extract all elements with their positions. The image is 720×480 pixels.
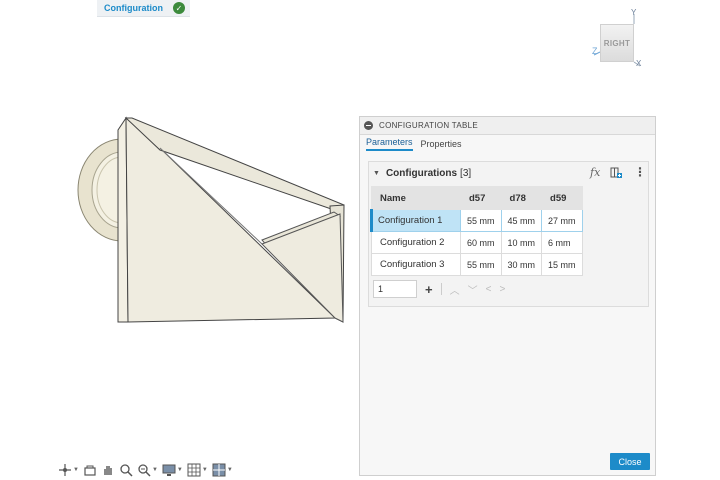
- d78-cell[interactable]: 45 mm: [500, 209, 543, 232]
- look-at-icon[interactable]: [83, 463, 97, 477]
- model-front-face: [125, 116, 337, 323]
- move-left-icon[interactable]: <: [486, 284, 492, 295]
- panel-tabs: Parameters Properties: [360, 135, 655, 151]
- d57-cell[interactable]: 55 mm: [460, 253, 502, 276]
- row-name-cell[interactable]: Configuration 3: [371, 253, 461, 276]
- row-controls: 1 + ︿ ﹀ < >: [373, 280, 513, 298]
- d78-cell[interactable]: 10 mm: [500, 231, 543, 254]
- navigation-toolbar: ▼ ▼ ▼ ▼ ▼: [58, 462, 237, 478]
- table-row[interactable]: Configuration 2 60 mm 10 mm 6 mm: [371, 231, 583, 254]
- axis-z-label: Z: [592, 46, 598, 56]
- configurations-header[interactable]: ▼ Configurations [3] fx ⋮: [369, 162, 648, 184]
- table-row[interactable]: Configuration 3 55 mm 30 mm 15 mm: [371, 253, 583, 276]
- panel-header: CONFIGURATION TABLE: [360, 117, 655, 135]
- zoom-icon[interactable]: [119, 463, 133, 477]
- fit-icon[interactable]: ▼: [137, 463, 158, 477]
- d78-cell[interactable]: 30 mm: [500, 253, 543, 276]
- configuration-table-panel: CONFIGURATION TABLE Parameters Propertie…: [359, 116, 656, 476]
- row-name-cell[interactable]: Configuration 2: [371, 231, 461, 254]
- toolbar-divider: [440, 283, 442, 295]
- configurations-section: ▼ Configurations [3] fx ⋮ Name d57 d78 d…: [368, 161, 649, 307]
- configurations-table: Name d57 d78 d59 Configuration 1 55 mm 4…: [370, 186, 583, 276]
- chevron-down-icon[interactable]: ▼: [373, 170, 380, 177]
- more-options-icon[interactable]: ⋮: [634, 165, 646, 179]
- d59-cell[interactable]: 15 mm: [541, 253, 583, 276]
- column-header-d57[interactable]: d57: [460, 186, 502, 210]
- collapse-icon[interactable]: [364, 121, 373, 130]
- view-cube-face-label: RIGHT: [603, 38, 631, 48]
- display-settings-icon[interactable]: ▼: [162, 463, 183, 477]
- move-down-icon[interactable]: ﹀: [468, 282, 478, 297]
- column-header-d59[interactable]: d59: [541, 186, 583, 210]
- configurations-count: [3]: [460, 167, 472, 179]
- tab-properties[interactable]: Properties: [421, 139, 462, 151]
- axis-y-label: Y: [631, 8, 637, 17]
- axis-x-label: X: [636, 59, 642, 68]
- move-right-icon[interactable]: >: [499, 284, 505, 295]
- row-count-input[interactable]: 1: [373, 280, 417, 298]
- d59-cell[interactable]: 27 mm: [541, 209, 583, 232]
- orbit-icon[interactable]: ▼: [58, 463, 79, 477]
- fx-icon[interactable]: fx: [590, 166, 600, 179]
- configurations-title: Configurations: [385, 167, 458, 179]
- move-up-icon[interactable]: ︿: [450, 282, 460, 297]
- add-row-button[interactable]: +: [425, 282, 433, 297]
- table-row[interactable]: Configuration 1 55 mm 45 mm 27 mm: [370, 209, 583, 232]
- panel-title: CONFIGURATION TABLE: [379, 121, 479, 130]
- pan-icon[interactable]: [101, 463, 115, 477]
- d57-cell[interactable]: 55 mm: [460, 209, 502, 232]
- d57-cell[interactable]: 60 mm: [460, 231, 502, 254]
- grid-icon[interactable]: ▼: [187, 463, 208, 477]
- close-button[interactable]: Close: [610, 453, 650, 470]
- column-header-name[interactable]: Name: [371, 186, 461, 210]
- tab-parameters[interactable]: Parameters: [366, 137, 413, 151]
- model-viewport[interactable]: [0, 0, 360, 340]
- d59-cell[interactable]: 6 mm: [541, 231, 583, 254]
- view-cube-face[interactable]: RIGHT: [600, 24, 634, 62]
- view-cube[interactable]: RIGHT Y Z X: [588, 8, 648, 70]
- row-name-cell[interactable]: Configuration 1: [370, 209, 461, 232]
- column-header-d78[interactable]: d78: [500, 186, 543, 210]
- viewports-icon[interactable]: ▼: [212, 463, 233, 477]
- insert-column-icon[interactable]: [610, 167, 622, 179]
